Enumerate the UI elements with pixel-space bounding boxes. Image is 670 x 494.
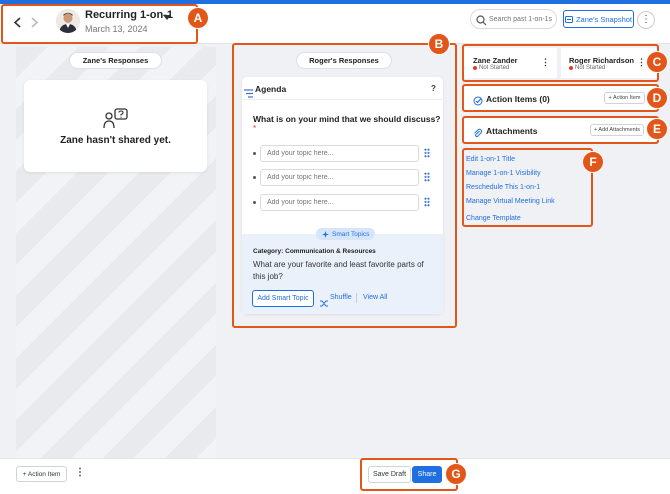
bottom-more-icon[interactable]: ⋮ <box>75 467 85 478</box>
annotation-box-e <box>462 116 659 144</box>
annotation-box-b <box>232 43 457 328</box>
annotation-badge-b: B <box>428 33 450 55</box>
empty-state-card: Zane hasn't shared yet. <box>24 80 207 172</box>
snapshot-icon <box>564 15 573 23</box>
bottom-bar <box>0 458 670 494</box>
annotation-box-d <box>462 84 659 112</box>
annotation-badge-a: A <box>187 7 209 29</box>
more-options-icon[interactable]: ⋮ <box>637 11 655 29</box>
annotation-badge-e: E <box>646 118 668 140</box>
empty-state-text: Zane hasn't shared yet. <box>60 135 171 146</box>
annotation-box-a <box>1 4 198 44</box>
snapshot-label: Zane's Snapshot <box>575 14 633 24</box>
people-question-icon <box>103 108 129 137</box>
annotation-badge-d: D <box>646 87 668 109</box>
annotation-box-f <box>462 148 593 227</box>
annotation-badge-g: G <box>445 463 467 485</box>
annotation-badge-f: F <box>582 151 604 173</box>
bottom-action-item-button[interactable]: + Action Item <box>16 466 67 482</box>
search-icon <box>476 13 488 26</box>
snapshot-button[interactable]: Zane's Snapshot <box>563 10 634 28</box>
zane-responses-label: Zane's Responses <box>69 52 162 69</box>
annotation-badge-c: C <box>646 51 668 73</box>
annotation-box-g <box>360 458 458 491</box>
annotation-box-c <box>462 44 659 82</box>
